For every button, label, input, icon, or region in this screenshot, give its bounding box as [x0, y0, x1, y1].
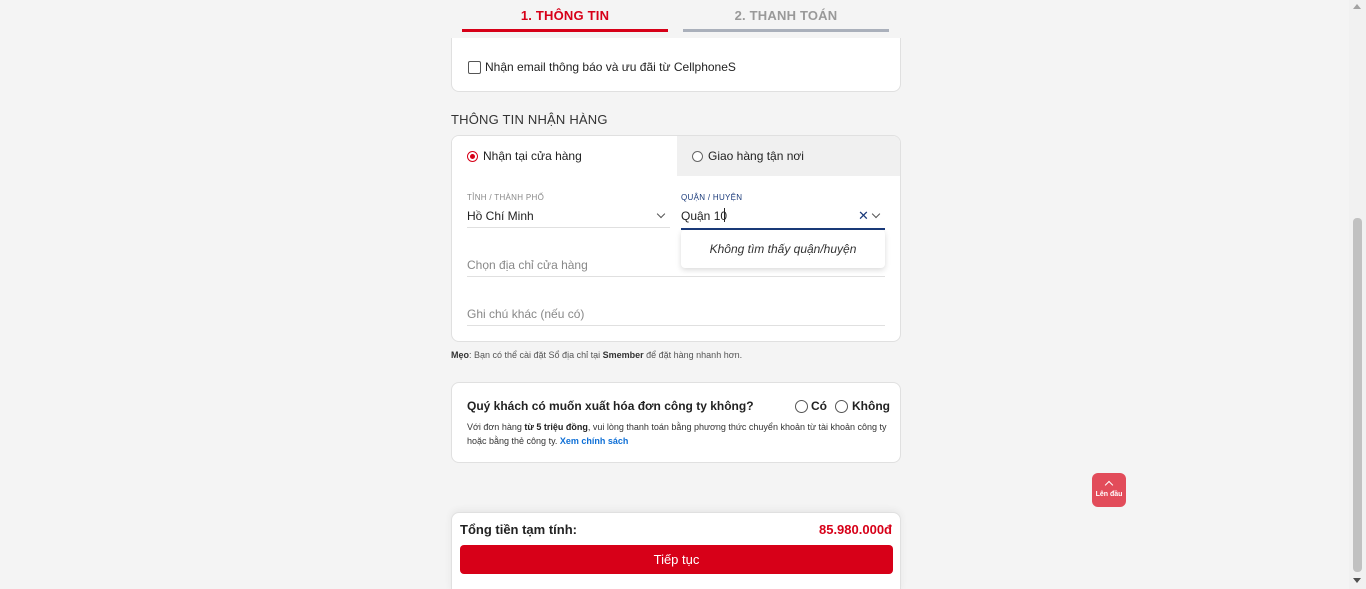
newsletter-label[interactable]: Nhận email thông báo và ưu đãi từ Cellph… [485, 60, 736, 74]
scroll-down-arrow-icon[interactable] [1353, 578, 1361, 583]
tip-text-before: : Bạn có thể cài đặt Sổ địa chỉ tại [469, 350, 603, 360]
page-scrollbar[interactable] [1349, 0, 1366, 589]
pickup-radio[interactable] [467, 151, 478, 162]
tip-text-after: để đặt hàng nhanh hơn. [643, 350, 743, 360]
tab-step-info[interactable]: 1. THÔNG TIN [462, 0, 668, 32]
tab-pickup-in-store[interactable]: Nhận tại cửa hàng [452, 136, 677, 176]
tab-step-payment[interactable]: 2. THANH TOÁN [683, 0, 889, 32]
back-to-top-button[interactable]: Lên đầu [1092, 473, 1126, 507]
province-label: TỈNH / THÀNH PHỐ [467, 193, 545, 202]
invoice-yes-label[interactable]: Có [811, 399, 827, 413]
invoice-question: Quý khách có muốn xuất hóa đơn công ty k… [467, 399, 754, 413]
chevron-up-icon [1104, 480, 1114, 490]
note-underline [467, 325, 885, 326]
home-delivery-radio[interactable] [692, 151, 703, 162]
home-delivery-label: Giao hàng tận nơi [708, 149, 804, 163]
checkout-steps: 1. THÔNG TIN 2. THANH TOÁN [462, 0, 890, 32]
district-dropdown: Không tìm thấy quận/huyện [681, 230, 885, 268]
order-summary: Tổng tiền tạm tính: 85.980.000đ Tiếp tục [451, 512, 901, 589]
store-address-placeholder: Chọn địa chỉ cửa hàng [467, 258, 588, 272]
invoice-yes-radio[interactable] [795, 400, 808, 413]
invoice-note: Với đơn hàng từ 5 triệu đồng, vui lòng t… [467, 420, 887, 448]
back-to-top-label: Lên đầu [1095, 491, 1123, 498]
shipping-section-title: THÔNG TIN NHẬN HÀNG [451, 112, 608, 127]
text-cursor [724, 208, 725, 222]
district-no-results: Không tìm thấy quận/huyện [709, 242, 857, 256]
tip-prefix: Mẹo [451, 350, 469, 360]
invoice-no-radio[interactable] [835, 400, 848, 413]
pickup-label: Nhận tại cửa hàng [483, 149, 582, 163]
continue-button[interactable]: Tiếp tục [460, 545, 893, 574]
province-value: Hồ Chí Minh [467, 209, 534, 223]
address-tip: Mẹo: Bạn có thể cài đặt Sổ địa chỉ tại S… [451, 350, 742, 360]
total-label: Tổng tiền tạm tính: [460, 522, 577, 537]
total-value: 85.980.000đ [818, 522, 892, 537]
newsletter-checkbox[interactable] [468, 61, 481, 74]
province-underline [467, 227, 670, 228]
invoice-card: Quý khách có muốn xuất hóa đơn công ty k… [451, 382, 901, 463]
district-label: QUẬN / HUYỆN [681, 193, 743, 202]
invoice-note-bold: từ 5 triệu đồng [524, 422, 588, 432]
smember-link[interactable]: Smember [603, 350, 644, 360]
scroll-thumb[interactable] [1353, 218, 1362, 572]
district-input[interactable]: Quận 10 [681, 209, 727, 223]
scroll-up-arrow-icon[interactable] [1353, 4, 1361, 9]
store-address-underline [467, 276, 885, 277]
note-placeholder: Ghi chú khác (nếu có) [467, 307, 585, 321]
close-icon[interactable]: ✕ [858, 209, 869, 222]
invoice-note-before: Với đơn hàng [467, 422, 525, 432]
policy-link[interactable]: Xem chính sách [560, 436, 629, 446]
tab-home-delivery[interactable]: Giao hàng tận nơi [677, 136, 900, 176]
newsletter-card: Nhận email thông báo và ưu đãi từ Cellph… [451, 38, 901, 92]
invoice-no-label[interactable]: Không [852, 399, 890, 413]
